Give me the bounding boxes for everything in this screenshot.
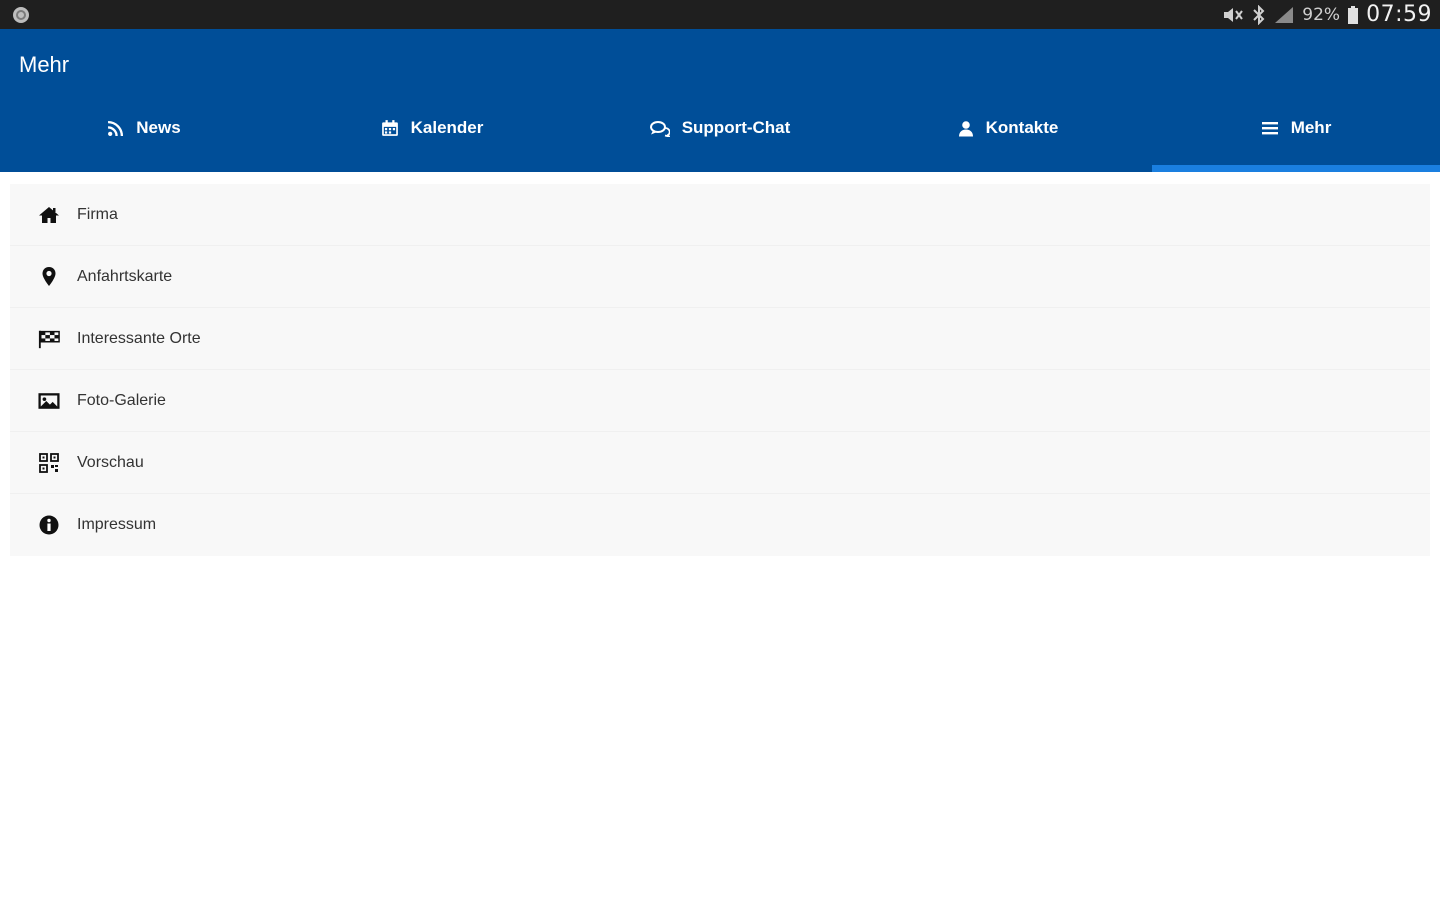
app-bar: Mehr News Kalender Support-Chat Kontakte (0, 29, 1440, 172)
home-icon (38, 204, 60, 226)
menu-item-label: Vorschau (77, 453, 144, 471)
user-icon (958, 120, 974, 137)
tab-kalender[interactable]: Kalender (288, 94, 576, 172)
qrcode-icon (38, 452, 60, 474)
menu-item-impressum[interactable]: Impressum (10, 494, 1430, 556)
info-icon (38, 514, 60, 536)
app-notification-icon (12, 6, 30, 24)
tab-bar: News Kalender Support-Chat Kontakte Mehr (0, 94, 1440, 172)
battery-icon (1348, 5, 1359, 24)
tab-news[interactable]: News (0, 94, 288, 172)
bluetooth-icon (1252, 4, 1266, 25)
tab-label: Mehr (1290, 118, 1332, 137)
tab-kontakte[interactable]: Kontakte (864, 94, 1152, 172)
menu-item-firma[interactable]: Firma (10, 184, 1430, 246)
tab-label: Kontakte (985, 118, 1059, 137)
menu-item-label: Interessante Orte (77, 329, 201, 347)
menu-item-label: Foto-Galerie (77, 391, 166, 409)
map-marker-icon (38, 266, 60, 288)
photo-icon (38, 390, 60, 412)
tab-label: Support-Chat (681, 118, 791, 137)
menu-list: Firma Anfahrtskarte Interessante Orte Fo… (10, 184, 1430, 556)
clock: 07:59 (1366, 2, 1432, 27)
menu-item-interessante-orte[interactable]: Interessante Orte (10, 308, 1430, 370)
menu-item-foto-galerie[interactable]: Foto-Galerie (10, 370, 1430, 432)
status-bar: 92% 07:59 (0, 0, 1440, 29)
tab-support-chat[interactable]: Support-Chat (576, 94, 864, 172)
chat-icon (649, 120, 670, 137)
flag-checkered-icon (38, 328, 60, 350)
content-area: Firma Anfahrtskarte Interessante Orte Fo… (0, 172, 1440, 556)
menu-item-label: Anfahrtskarte (77, 267, 173, 285)
menu-item-label: Firma (77, 205, 118, 223)
battery-percent: 92% (1302, 4, 1341, 25)
rss-icon (107, 120, 124, 137)
menu-item-anfahrtskarte[interactable]: Anfahrtskarte (10, 246, 1430, 308)
menu-item-label: Impressum (77, 516, 157, 533)
menu-icon (1261, 120, 1279, 136)
tab-label: Kalender (410, 118, 484, 137)
mute-icon (1222, 6, 1244, 24)
signal-icon (1274, 6, 1294, 24)
menu-item-vorschau[interactable]: Vorschau (10, 432, 1430, 494)
calendar-icon (381, 119, 399, 137)
tab-mehr[interactable]: Mehr (1152, 94, 1440, 172)
tab-label: News (136, 118, 181, 137)
page-title: Mehr (19, 52, 70, 77)
